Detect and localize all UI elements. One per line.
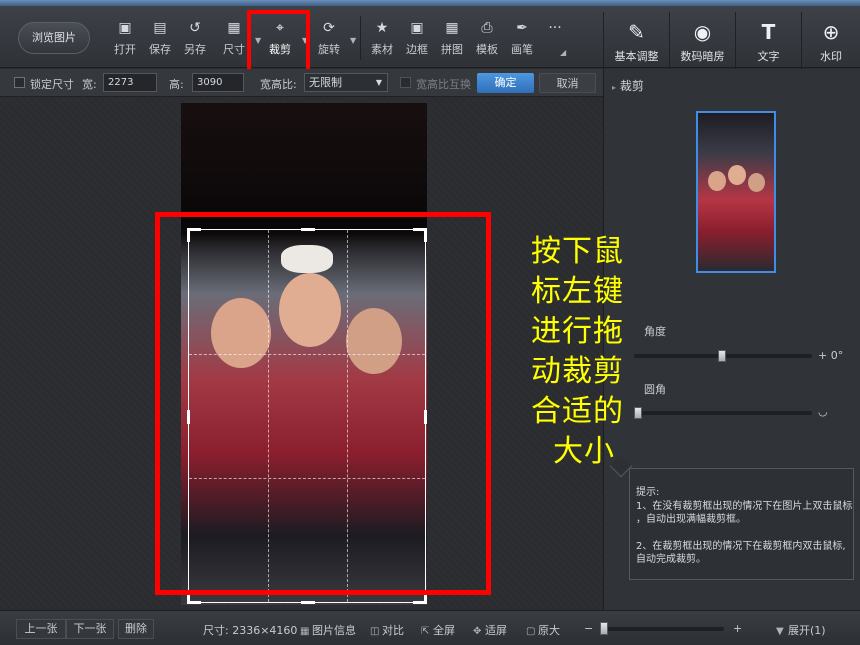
- chevron-down-icon: ▼: [776, 626, 784, 637]
- darkroom-icon: ◉: [693, 20, 712, 44]
- watermark-icon: ⊕: [822, 20, 840, 44]
- adjust-icon: ✎: [628, 20, 645, 44]
- zoom-in-button[interactable]: +: [733, 622, 742, 635]
- width-label: 宽:: [82, 78, 97, 91]
- border-icon: ▣: [410, 20, 424, 36]
- height-label: 高:: [169, 78, 184, 91]
- browse-images-button[interactable]: 浏览图片: [18, 22, 90, 54]
- open-icon: ▣: [118, 20, 132, 36]
- zoom-slider-track[interactable]: [600, 627, 724, 631]
- fullscreen-button[interactable]: ⇱ 全屏: [421, 622, 455, 638]
- angle-label: 角度: [644, 325, 666, 338]
- instruction-annotation: 按下鼠 标左键 进行拖 动裁剪 合适的 大小: [531, 232, 646, 472]
- info-icon: ▦: [300, 626, 310, 637]
- rotate-icon: ⟳: [323, 20, 335, 36]
- watermark-tab[interactable]: ⊕ 水印: [801, 12, 860, 74]
- crop-handle-bottom[interactable]: [301, 601, 315, 604]
- thumb-face: [708, 171, 726, 191]
- original-size-icon: ▢: [526, 626, 536, 637]
- crop-tool-highlight: [247, 10, 310, 74]
- crop-preview-thumbnail: [696, 111, 776, 273]
- rounded-corner-slider-track[interactable]: [634, 411, 812, 415]
- lock-size-checkbox[interactable]: [14, 77, 25, 88]
- tip-line: 1、在没有裁剪框出现的情况下在图片上双击鼠标: [636, 501, 853, 512]
- basic-adjust-tab[interactable]: ✎ 基本调整: [603, 12, 669, 74]
- swap-ratio-checkbox[interactable]: [400, 77, 411, 88]
- fit-screen-icon: ✥: [473, 626, 482, 637]
- aspect-ratio-label: 宽高比:: [260, 78, 297, 91]
- main-toolbar: 浏览图片 ▣ 打开 ▤ 保存 ↺ 另存 ▦ 尺寸 ▼ ⌖ 裁剪 ▼ ⟳ 旋转 ▼…: [0, 6, 860, 74]
- crop-area-highlight: [155, 212, 491, 595]
- template-button[interactable]: ⎙ 模板: [467, 18, 507, 62]
- more-tools-button[interactable]: ···: [535, 18, 575, 62]
- save-as-icon: ↺: [189, 20, 201, 36]
- image-info-button[interactable]: ▦ 图片信息: [300, 622, 356, 638]
- collage-button[interactable]: ▦ 拼图: [432, 18, 472, 62]
- open-button[interactable]: ▣ 打开: [105, 18, 145, 62]
- border-button[interactable]: ▣ 边框: [397, 18, 437, 62]
- toolbar-divider: [360, 16, 361, 60]
- lock-size-label: 锁定尺寸: [30, 78, 74, 91]
- save-icon: ▤: [153, 20, 167, 36]
- thumb-face: [728, 165, 746, 185]
- height-input[interactable]: 3090: [192, 73, 244, 92]
- original-size-button[interactable]: ▢ 原大: [526, 622, 560, 638]
- annotation-line: 按下鼠: [531, 234, 624, 269]
- text-icon: T: [761, 20, 776, 44]
- tip-line: 2、在裁剪框出现的情况下在裁剪框内双击鼠标,: [636, 541, 846, 552]
- cancel-crop-button[interactable]: 取消: [539, 73, 596, 93]
- digital-darkroom-tab[interactable]: ◉ 数码暗房: [669, 12, 735, 74]
- expand-filmstrip-button[interactable]: ▼ 展开(1): [776, 622, 826, 638]
- corner-arc-icon: ◡: [818, 405, 828, 418]
- tip-line: 自动完成裁剪。: [636, 554, 706, 565]
- annotation-line: 标左键: [531, 274, 624, 309]
- rotate-button[interactable]: ⟳ 旋转: [309, 18, 349, 62]
- angle-slider-knob[interactable]: [718, 350, 726, 362]
- material-icon: ★: [375, 20, 389, 36]
- annotation-line: 动裁剪: [531, 354, 624, 389]
- chevron-right-icon: ▸: [612, 83, 617, 92]
- text-tab[interactable]: T 文字: [735, 12, 801, 74]
- zoom-out-button[interactable]: −: [584, 622, 593, 635]
- collage-icon: ▦: [445, 20, 459, 36]
- rotate-dropdown-caret[interactable]: ▼: [350, 36, 356, 45]
- image-size-text: 尺寸: 2336×4160: [203, 624, 298, 637]
- template-icon: ⎙: [481, 20, 493, 36]
- more-icon: ···: [548, 20, 562, 36]
- fullscreen-icon: ⇱: [421, 626, 430, 637]
- tip-line: ，自动出现满幅裁剪框。: [636, 514, 746, 525]
- material-button[interactable]: ★ 素材: [362, 18, 402, 62]
- brush-icon: ✒: [516, 20, 528, 36]
- save-as-button[interactable]: ↺ 另存: [175, 18, 215, 62]
- annotation-line: 进行拖: [531, 314, 624, 349]
- more-dropdown-caret[interactable]: ◢: [560, 48, 566, 57]
- tip-title: 提示:: [636, 487, 660, 498]
- confirm-crop-button[interactable]: 确定: [477, 73, 534, 93]
- delete-image-button[interactable]: 删除: [118, 619, 154, 639]
- thumb-face: [748, 173, 765, 192]
- annotation-line: 合适的: [531, 394, 624, 429]
- panel-title: ▸ 裁剪: [612, 79, 644, 93]
- crop-dim-overlay: [181, 103, 427, 229]
- save-button[interactable]: ▤ 保存: [140, 18, 180, 62]
- annotation-line: 大小: [553, 434, 615, 469]
- aspect-ratio-select[interactable]: 无限制 ▼: [304, 73, 388, 92]
- chevron-down-icon: ▼: [375, 78, 382, 87]
- crop-options-bar: 锁定尺寸 宽: 2273 高: 3090 宽高比: 无限制 ▼ 宽高比互换 确定…: [0, 69, 603, 97]
- width-input[interactable]: 2273: [103, 73, 157, 92]
- rounded-corner-label: 圆角: [644, 383, 666, 396]
- resize-icon: ▦: [227, 20, 241, 36]
- fit-screen-button[interactable]: ✥ 适屏: [473, 622, 507, 638]
- next-image-button[interactable]: 下一张: [66, 619, 114, 639]
- compare-button[interactable]: ◫ 对比: [370, 622, 404, 638]
- zoom-slider-knob[interactable]: [600, 622, 608, 635]
- angle-value: + 0°: [818, 349, 844, 362]
- swap-ratio-label: 宽高比互换: [416, 78, 471, 91]
- previous-image-button[interactable]: 上一张: [16, 619, 66, 639]
- compare-icon: ◫: [370, 626, 380, 637]
- status-bar: 上一张 下一张 删除 尺寸: 2336×4160 ▦ 图片信息 ◫ 对比 ⇱ 全屏 ✥…: [0, 610, 860, 645]
